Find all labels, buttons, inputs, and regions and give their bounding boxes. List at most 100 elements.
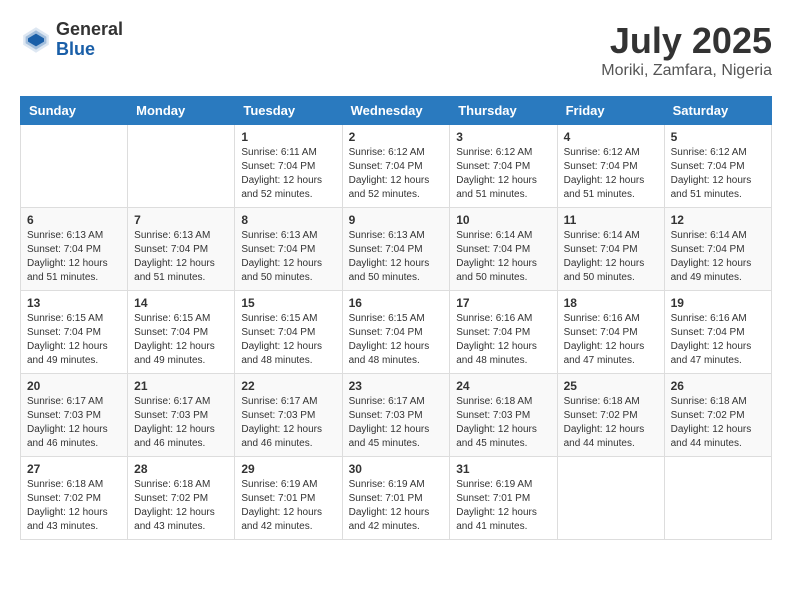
day-number: 17 <box>456 296 550 310</box>
weekday-header-sunday: Sunday <box>21 97 128 125</box>
calendar-cell: 12 Sunrise: 6:14 AM Sunset: 7:04 PM Dayli… <box>664 208 771 291</box>
day-info: Sunrise: 6:12 AM Sunset: 7:04 PM Dayligh… <box>456 146 550 202</box>
calendar-table: SundayMondayTuesdayWednesdayThursdayFrid… <box>20 96 772 540</box>
calendar-cell: 10Sunrise: 6:14 AM Sunset: 7:04 PM Dayli… <box>450 208 557 291</box>
day-number: 19 <box>671 296 765 310</box>
day-number: 28 <box>134 462 228 476</box>
logo-general: General <box>56 20 123 40</box>
calendar-cell: 30 Sunrise: 6:19 AM Sunset: 7:01 PM Dayli… <box>342 457 450 540</box>
calendar-cell: 11 Sunrise: 6:14 AM Sunset: 7:04 PM Dayli… <box>557 208 664 291</box>
day-number: 15 <box>241 296 335 310</box>
calendar-cell: 5 Sunrise: 6:12 AM Sunset: 7:04 PM Daylig… <box>664 125 771 208</box>
page-header: General Blue July 2025 Moriki, Zamfara, … <box>20 20 772 80</box>
calendar-cell: 14 Sunrise: 6:15 AM Sunset: 7:04 PM Dayli… <box>128 291 235 374</box>
day-number: 24 <box>456 379 550 393</box>
day-info: Sunrise: 6:19 AM Sunset: 7:01 PM Dayligh… <box>349 478 444 534</box>
day-info: Sunrise: 6:18 AM Sunset: 7:02 PM Dayligh… <box>27 478 121 534</box>
calendar-cell: 13Sunrise: 6:15 AM Sunset: 7:04 PM Dayli… <box>21 291 128 374</box>
title-block: July 2025 Moriki, Zamfara, Nigeria <box>601 20 772 80</box>
weekday-header-saturday: Saturday <box>664 97 771 125</box>
day-number: 5 <box>671 130 765 144</box>
day-info: Sunrise: 6:18 AM Sunset: 7:03 PM Dayligh… <box>456 395 550 451</box>
day-info: Sunrise: 6:19 AM Sunset: 7:01 PM Dayligh… <box>456 478 550 534</box>
day-info: Sunrise: 6:16 AM Sunset: 7:04 PM Dayligh… <box>564 312 658 368</box>
day-info: Sunrise: 6:17 AM Sunset: 7:03 PM Dayligh… <box>27 395 121 451</box>
day-info: Sunrise: 6:16 AM Sunset: 7:04 PM Dayligh… <box>456 312 550 368</box>
calendar-cell: 27 Sunrise: 6:18 AM Sunset: 7:02 PM Dayli… <box>21 457 128 540</box>
calendar-cell <box>557 457 664 540</box>
logo-blue: Blue <box>56 40 123 60</box>
day-number: 22 <box>241 379 335 393</box>
calendar-cell <box>664 457 771 540</box>
calendar-cell: 29 Sunrise: 6:19 AM Sunset: 7:01 PM Dayli… <box>235 457 342 540</box>
day-number: 2 <box>349 130 444 144</box>
day-info: Sunrise: 6:18 AM Sunset: 7:02 PM Dayligh… <box>134 478 228 534</box>
day-info: Sunrise: 6:13 AM Sunset: 7:04 PM Dayligh… <box>134 229 228 285</box>
day-info: Sunrise: 6:16 AM Sunset: 7:04 PM Dayligh… <box>671 312 765 368</box>
day-number: 13 <box>27 296 121 310</box>
calendar-cell: 3 Sunrise: 6:12 AM Sunset: 7:04 PM Daylig… <box>450 125 557 208</box>
day-info: Sunrise: 6:19 AM Sunset: 7:01 PM Dayligh… <box>241 478 335 534</box>
calendar-week-row: 27 Sunrise: 6:18 AM Sunset: 7:02 PM Dayli… <box>21 457 772 540</box>
day-number: 14 <box>134 296 228 310</box>
day-info: Sunrise: 6:12 AM Sunset: 7:04 PM Dayligh… <box>349 146 444 202</box>
day-number: 29 <box>241 462 335 476</box>
day-number: 30 <box>349 462 444 476</box>
day-number: 6 <box>27 213 121 227</box>
day-number: 11 <box>564 213 658 227</box>
calendar-week-row: 1Sunrise: 6:11 AM Sunset: 7:04 PM Daylig… <box>21 125 772 208</box>
calendar-cell: 18 Sunrise: 6:16 AM Sunset: 7:04 PM Dayli… <box>557 291 664 374</box>
day-number: 27 <box>27 462 121 476</box>
calendar-cell: 20 Sunrise: 6:17 AM Sunset: 7:03 PM Dayli… <box>21 374 128 457</box>
weekday-header-thursday: Thursday <box>450 97 557 125</box>
day-number: 18 <box>564 296 658 310</box>
calendar-cell <box>21 125 128 208</box>
day-info: Sunrise: 6:18 AM Sunset: 7:02 PM Dayligh… <box>671 395 765 451</box>
day-number: 10 <box>456 213 550 227</box>
day-info: Sunrise: 6:15 AM Sunset: 7:04 PM Dayligh… <box>134 312 228 368</box>
day-number: 26 <box>671 379 765 393</box>
weekday-header-friday: Friday <box>557 97 664 125</box>
calendar-week-row: 20 Sunrise: 6:17 AM Sunset: 7:03 PM Dayli… <box>21 374 772 457</box>
day-info: Sunrise: 6:12 AM Sunset: 7:04 PM Dayligh… <box>671 146 765 202</box>
day-number: 16 <box>349 296 444 310</box>
day-number: 25 <box>564 379 658 393</box>
calendar-cell <box>128 125 235 208</box>
day-info: Sunrise: 6:17 AM Sunset: 7:03 PM Dayligh… <box>134 395 228 451</box>
calendar-cell: 23Sunrise: 6:17 AM Sunset: 7:03 PM Dayli… <box>342 374 450 457</box>
calendar-week-row: 13 Sunrise: 6:15 AM Sunset: 7:04 PM Dayli… <box>21 291 772 374</box>
day-number: 3 <box>456 130 550 144</box>
day-info: Sunrise: 6:18 AM Sunset: 7:02 PM Dayligh… <box>564 395 658 451</box>
calendar-cell: 9 Sunrise: 6:13 AM Sunset: 7:04 PM Daylig… <box>342 208 450 291</box>
weekday-header-wednesday: Wednesday <box>342 97 450 125</box>
day-info: Sunrise: 6:15 AM Sunset: 7:04 PM Dayligh… <box>241 312 335 368</box>
calendar-cell: 26 Sunrise: 6:18 AM Sunset: 7:02 PM Dayli… <box>664 374 771 457</box>
day-info: Sunrise: 6:12 AM Sunset: 7:04 PM Dayligh… <box>564 146 658 202</box>
day-number: 20 <box>27 379 121 393</box>
calendar-cell: 4Sunrise: 6:12 AM Sunset: 7:04 PM Daylig… <box>557 125 664 208</box>
calendar-cell: 15 Sunrise: 6:15 AM Sunset: 7:04 PM Dayli… <box>235 291 342 374</box>
weekday-header-row: SundayMondayTuesdayWednesdayThursdayFrid… <box>21 97 772 125</box>
day-info: Sunrise: 6:14 AM Sunset: 7:04 PM Dayligh… <box>671 229 765 285</box>
calendar-cell: 28 Sunrise: 6:18 AM Sunset: 7:02 PM Dayli… <box>128 457 235 540</box>
calendar-cell: 7Sunrise: 6:13 AM Sunset: 7:04 PM Daylig… <box>128 208 235 291</box>
calendar-cell: 22Sunrise: 6:17 AM Sunset: 7:03 PM Dayli… <box>235 374 342 457</box>
weekday-header-tuesday: Tuesday <box>235 97 342 125</box>
day-info: Sunrise: 6:14 AM Sunset: 7:04 PM Dayligh… <box>564 229 658 285</box>
calendar-week-row: 6 Sunrise: 6:13 AM Sunset: 7:04 PM Daylig… <box>21 208 772 291</box>
day-info: Sunrise: 6:13 AM Sunset: 7:04 PM Dayligh… <box>27 229 121 285</box>
calendar-cell: 25 Sunrise: 6:18 AM Sunset: 7:02 PM Dayli… <box>557 374 664 457</box>
logo-icon <box>20 24 52 56</box>
day-number: 12 <box>671 213 765 227</box>
calendar-cell: 8Sunrise: 6:13 AM Sunset: 7:04 PM Daylig… <box>235 208 342 291</box>
weekday-header-monday: Monday <box>128 97 235 125</box>
location-subtitle: Moriki, Zamfara, Nigeria <box>601 62 772 80</box>
calendar-cell: 1Sunrise: 6:11 AM Sunset: 7:04 PM Daylig… <box>235 125 342 208</box>
day-info: Sunrise: 6:13 AM Sunset: 7:04 PM Dayligh… <box>349 229 444 285</box>
day-info: Sunrise: 6:17 AM Sunset: 7:03 PM Dayligh… <box>349 395 444 451</box>
day-number: 21 <box>134 379 228 393</box>
day-number: 9 <box>349 213 444 227</box>
month-year-title: July 2025 <box>601 20 772 62</box>
day-number: 31 <box>456 462 550 476</box>
day-info: Sunrise: 6:11 AM Sunset: 7:04 PM Dayligh… <box>241 146 335 202</box>
